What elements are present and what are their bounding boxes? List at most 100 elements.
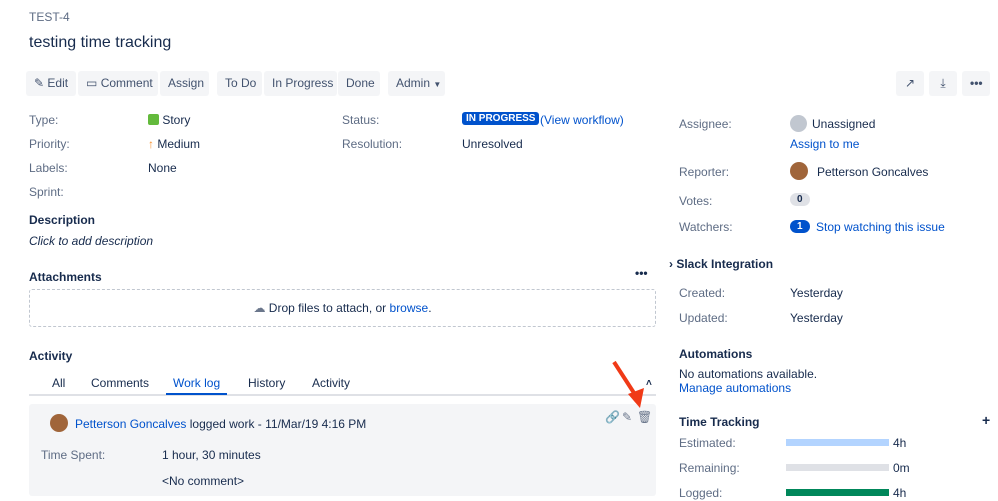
browse-link[interactable]: browse [390,301,429,315]
resolution-label: Resolution: [342,137,403,151]
slack-heading: Slack Integration [676,257,774,271]
view-workflow-link[interactable]: (View workflow) [540,113,624,127]
type-value: Story [148,113,190,127]
priority-value: ↑ Medium [148,137,200,151]
comment-label: Comment [100,76,153,90]
assign-to-me-link[interactable]: Assign to me [790,137,859,151]
attachments-more-icon[interactable]: ••• [635,266,648,280]
reporter-value[interactable]: Petterson Goncalves [817,165,928,179]
attachments-heading: Attachments [29,270,102,284]
more-button[interactable]: ••• [962,71,990,96]
time-spent-label: Time Spent: [41,448,106,462]
worklog-entry: Petterson Goncalves logged work - 11/Mar… [29,404,656,496]
remaining-value: 0m [893,461,910,475]
type-label: Type: [29,113,59,127]
worklog-comment: <No comment> [162,474,245,488]
edit-label: Edit [47,76,69,90]
updated-value: Yesterday [790,311,843,325]
reporter-label: Reporter: [679,165,730,179]
download-icon: ⤓ [940,76,946,90]
priority-text: Medium [157,137,201,151]
tab-work-log[interactable]: Work log [166,376,228,395]
cloud-upload-icon: ☁ [253,301,266,315]
remaining-label: Remaining: [679,461,740,475]
estimated-bar [786,439,889,446]
in-progress-button[interactable]: In Progress [264,71,337,96]
assign-button[interactable]: Assign [160,71,209,96]
logged-bar-track [786,489,889,496]
comment-button[interactable]: ▭ Comment [78,71,158,96]
pencil-icon[interactable]: ✎ [622,410,632,424]
logged-bar [786,489,889,496]
resolution-value: Unresolved [462,137,523,151]
link-icon[interactable]: 🔗 [605,410,620,424]
user-icon [790,115,807,132]
time-spent-value: 1 hour, 30 minutes [162,448,261,462]
watchers-badge[interactable]: 1 [790,220,810,233]
activity-heading: Activity [29,349,73,363]
tabs-divider [29,394,656,396]
page-title[interactable]: testing time tracking [29,34,171,52]
description-heading: Description [29,213,96,227]
time-tracking-heading: Time Tracking [679,415,760,429]
todo-button[interactable]: To Do [217,71,262,96]
red-arrow-annotation [612,360,644,408]
status-label: Status: [342,113,380,127]
add-time-icon[interactable]: + [982,412,990,428]
more-icon: ••• [970,76,983,90]
logged-label: Logged: [679,486,723,500]
pencil-icon: ✎ [34,76,45,90]
period: . [428,301,432,315]
tab-all[interactable]: All [52,376,65,390]
share-button[interactable]: ↗ [896,71,924,96]
trash-icon[interactable]: 🗑 [637,410,652,424]
sprint-label: Sprint: [29,185,64,199]
admin-label: Admin [396,76,431,90]
remaining-bar-track [786,464,889,471]
updated-label: Updated: [679,311,728,325]
priority-label: Priority: [29,137,70,151]
drop-text: Drop files to attach, or [268,301,390,315]
manage-automations-link[interactable]: Manage automations [679,381,791,395]
description-field[interactable]: Click to add description [29,234,153,248]
assignee-value[interactable]: Unassigned [812,117,875,131]
no-automations-text: No automations available. [679,367,818,381]
arrow-up-icon: ↑ [148,137,154,151]
labels-label: Labels: [29,161,68,175]
tab-history[interactable]: History [248,376,285,390]
estimated-bar-track [786,439,889,446]
author-link[interactable]: Petterson Goncalves [75,417,186,431]
comment-icon: ▭ [86,76,98,90]
created-label: Created: [679,286,726,300]
admin-dropdown[interactable]: Admin ▼ [388,71,445,96]
slack-section[interactable]: › Slack Integration [669,257,773,271]
edit-button[interactable]: ✎ Edit [26,71,76,96]
assignee-label: Assignee: [679,117,732,131]
created-value: Yesterday [790,286,843,300]
logged-value: 4h [893,486,907,500]
votes-label: Votes: [679,194,713,208]
status-badge[interactable]: IN PROGRESS [462,112,540,125]
tab-activity[interactable]: Activity [312,376,350,390]
attachment-dropzone[interactable]: ☁ Drop files to attach, or browse. [29,289,656,327]
chevron-down-icon: ▼ [433,80,442,89]
labels-value[interactable]: None [148,161,177,175]
chevron-right-icon: › [669,257,673,271]
tab-comments[interactable]: Comments [91,376,149,390]
export-button[interactable]: ⤓ [929,71,957,96]
worklog-header: Petterson Goncalves logged work - 11/Mar… [75,417,366,431]
avatar [50,414,68,432]
worklog-text: logged work - 11/Mar/19 4:16 PM [189,417,367,431]
type-text: Story [162,113,191,127]
watchers-label: Watchers: [679,220,733,234]
story-icon [148,114,159,125]
estimated-value: 4h [893,436,907,450]
automations-heading: Automations [679,347,753,361]
estimated-label: Estimated: [679,436,736,450]
share-icon: ↗ [904,76,916,90]
done-button[interactable]: Done [338,71,380,96]
stop-watching-link[interactable]: Stop watching this issue [816,220,945,234]
issue-key[interactable]: TEST-4 [29,10,70,24]
votes-badge[interactable]: 0 [790,193,810,206]
reporter-avatar [790,162,808,180]
